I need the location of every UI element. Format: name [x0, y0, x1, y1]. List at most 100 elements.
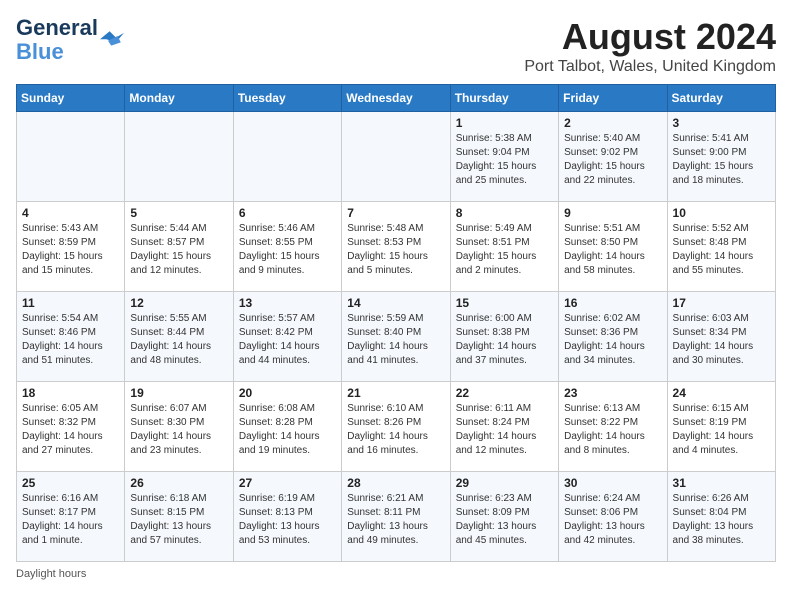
calendar-header-tuesday: Tuesday: [233, 85, 341, 112]
calendar-header-sunday: Sunday: [17, 85, 125, 112]
calendar-header-wednesday: Wednesday: [342, 85, 450, 112]
day-number: 21: [347, 386, 444, 400]
day-info: Sunrise: 5:52 AM Sunset: 8:48 PM Dayligh…: [673, 222, 770, 278]
calendar-cell: 6 Sunrise: 5:46 AM Sunset: 8:55 PM Daylig…: [233, 202, 341, 292]
day-info: Sunrise: 5:44 AM Sunset: 8:57 PM Dayligh…: [130, 222, 227, 278]
day-info: Sunrise: 6:13 AM Sunset: 8:22 PM Dayligh…: [564, 402, 661, 458]
calendar-cell: [17, 112, 125, 202]
calendar-cell: 7 Sunrise: 5:48 AM Sunset: 8:53 PM Daylig…: [342, 202, 450, 292]
calendar-body: 1 Sunrise: 5:38 AM Sunset: 9:04 PM Daylig…: [17, 112, 776, 562]
calendar-cell: 14Sunrise: 5:59 AM Sunset: 8:40 PM Dayli…: [342, 292, 450, 382]
day-number: 28: [347, 476, 444, 490]
day-info: Sunrise: 6:15 AM Sunset: 8:19 PM Dayligh…: [673, 402, 770, 458]
calendar-week-row: 1 Sunrise: 5:38 AM Sunset: 9:04 PM Daylig…: [17, 112, 776, 202]
calendar-cell: 28 Sunrise: 6:21 AM Sunset: 8:11 PM Dayli…: [342, 472, 450, 562]
day-info: Sunrise: 6:23 AM Sunset: 8:09 PM Dayligh…: [456, 492, 553, 548]
day-info: Sunrise: 5:59 AM Sunset: 8:40 PM Dayligh…: [347, 312, 444, 368]
calendar-cell: 15 Sunrise: 6:00 AM Sunset: 8:38 PM Dayli…: [450, 292, 558, 382]
day-number: 17: [673, 296, 770, 310]
calendar-week-row: 25Sunrise: 6:16 AM Sunset: 8:17 PM Dayli…: [17, 472, 776, 562]
day-number: 8: [456, 206, 553, 220]
calendar-cell: 25Sunrise: 6:16 AM Sunset: 8:17 PM Dayli…: [17, 472, 125, 562]
day-info: Sunrise: 6:00 AM Sunset: 8:38 PM Dayligh…: [456, 312, 553, 368]
day-info: Sunrise: 5:41 AM Sunset: 9:00 PM Dayligh…: [673, 132, 770, 188]
day-number: 12: [130, 296, 227, 310]
day-info: Sunrise: 5:46 AM Sunset: 8:55 PM Dayligh…: [239, 222, 336, 278]
calendar-week-row: 11Sunrise: 5:54 AM Sunset: 8:46 PM Dayli…: [17, 292, 776, 382]
day-number: 13: [239, 296, 336, 310]
calendar-header-thursday: Thursday: [450, 85, 558, 112]
calendar-cell: 20 Sunrise: 6:08 AM Sunset: 8:28 PM Dayli…: [233, 382, 341, 472]
calendar-cell: 23 Sunrise: 6:13 AM Sunset: 8:22 PM Dayli…: [559, 382, 667, 472]
day-number: 29: [456, 476, 553, 490]
day-info: Sunrise: 6:21 AM Sunset: 8:11 PM Dayligh…: [347, 492, 444, 548]
day-number: 23: [564, 386, 661, 400]
calendar-cell: 22 Sunrise: 6:11 AM Sunset: 8:24 PM Dayli…: [450, 382, 558, 472]
day-number: 27: [239, 476, 336, 490]
calendar-header-friday: Friday: [559, 85, 667, 112]
calendar-cell: 11Sunrise: 5:54 AM Sunset: 8:46 PM Dayli…: [17, 292, 125, 382]
day-number: 20: [239, 386, 336, 400]
day-number: 19: [130, 386, 227, 400]
day-info: Sunrise: 6:05 AM Sunset: 8:32 PM Dayligh…: [22, 402, 119, 458]
calendar-header-monday: Monday: [125, 85, 233, 112]
calendar-cell: 3 Sunrise: 5:41 AM Sunset: 9:00 PM Daylig…: [667, 112, 775, 202]
main-title: August 2024: [524, 16, 776, 58]
calendar-cell: 18Sunrise: 6:05 AM Sunset: 8:32 PM Dayli…: [17, 382, 125, 472]
calendar-cell: 12 Sunrise: 5:55 AM Sunset: 8:44 PM Dayli…: [125, 292, 233, 382]
day-info: Sunrise: 5:49 AM Sunset: 8:51 PM Dayligh…: [456, 222, 553, 278]
day-info: Sunrise: 6:07 AM Sunset: 8:30 PM Dayligh…: [130, 402, 227, 458]
day-number: 9: [564, 206, 661, 220]
logo: GeneralBlue: [16, 16, 124, 64]
calendar-header-saturday: Saturday: [667, 85, 775, 112]
calendar-cell: [233, 112, 341, 202]
day-number: 4: [22, 206, 119, 220]
day-number: 24: [673, 386, 770, 400]
calendar-cell: 21 Sunrise: 6:10 AM Sunset: 8:26 PM Dayli…: [342, 382, 450, 472]
day-info: Sunrise: 6:19 AM Sunset: 8:13 PM Dayligh…: [239, 492, 336, 548]
day-info: Sunrise: 6:16 AM Sunset: 8:17 PM Dayligh…: [22, 492, 119, 548]
footer-note: Daylight hours: [16, 568, 776, 580]
calendar-cell: 19 Sunrise: 6:07 AM Sunset: 8:30 PM Dayli…: [125, 382, 233, 472]
day-info: Sunrise: 5:40 AM Sunset: 9:02 PM Dayligh…: [564, 132, 661, 188]
calendar-header-row: SundayMondayTuesdayWednesdayThursdayFrid…: [17, 85, 776, 112]
calendar-cell: 26 Sunrise: 6:18 AM Sunset: 8:15 PM Dayli…: [125, 472, 233, 562]
day-info: Sunrise: 6:08 AM Sunset: 8:28 PM Dayligh…: [239, 402, 336, 458]
calendar-cell: 1 Sunrise: 5:38 AM Sunset: 9:04 PM Daylig…: [450, 112, 558, 202]
calendar-cell: 13 Sunrise: 5:57 AM Sunset: 8:42 PM Dayli…: [233, 292, 341, 382]
day-info: Sunrise: 6:03 AM Sunset: 8:34 PM Dayligh…: [673, 312, 770, 368]
calendar-week-row: 4Sunrise: 5:43 AM Sunset: 8:59 PM Daylig…: [17, 202, 776, 292]
subtitle: Port Talbot, Wales, United Kingdom: [524, 58, 776, 76]
day-number: 15: [456, 296, 553, 310]
day-number: 26: [130, 476, 227, 490]
day-number: 10: [673, 206, 770, 220]
calendar-cell: 5 Sunrise: 5:44 AM Sunset: 8:57 PM Daylig…: [125, 202, 233, 292]
day-info: Sunrise: 6:26 AM Sunset: 8:04 PM Dayligh…: [673, 492, 770, 548]
day-number: 3: [673, 116, 770, 130]
day-info: Sunrise: 5:48 AM Sunset: 8:53 PM Dayligh…: [347, 222, 444, 278]
day-number: 22: [456, 386, 553, 400]
day-number: 6: [239, 206, 336, 220]
title-block: August 2024 Port Talbot, Wales, United K…: [524, 16, 776, 76]
day-info: Sunrise: 5:55 AM Sunset: 8:44 PM Dayligh…: [130, 312, 227, 368]
calendar-cell: 30Sunrise: 6:24 AM Sunset: 8:06 PM Dayli…: [559, 472, 667, 562]
day-number: 7: [347, 206, 444, 220]
day-info: Sunrise: 6:11 AM Sunset: 8:24 PM Dayligh…: [456, 402, 553, 458]
day-number: 1: [456, 116, 553, 130]
calendar-cell: 31 Sunrise: 6:26 AM Sunset: 8:04 PM Dayli…: [667, 472, 775, 562]
calendar-cell: 17 Sunrise: 6:03 AM Sunset: 8:34 PM Dayli…: [667, 292, 775, 382]
day-info: Sunrise: 6:18 AM Sunset: 8:15 PM Dayligh…: [130, 492, 227, 548]
day-info: Sunrise: 6:10 AM Sunset: 8:26 PM Dayligh…: [347, 402, 444, 458]
day-info: Sunrise: 6:24 AM Sunset: 8:06 PM Dayligh…: [564, 492, 661, 548]
calendar-cell: 27 Sunrise: 6:19 AM Sunset: 8:13 PM Dayli…: [233, 472, 341, 562]
calendar-week-row: 18Sunrise: 6:05 AM Sunset: 8:32 PM Dayli…: [17, 382, 776, 472]
calendar-cell: 4Sunrise: 5:43 AM Sunset: 8:59 PM Daylig…: [17, 202, 125, 292]
day-number: 5: [130, 206, 227, 220]
day-info: Sunrise: 5:57 AM Sunset: 8:42 PM Dayligh…: [239, 312, 336, 368]
day-info: Sunrise: 5:38 AM Sunset: 9:04 PM Dayligh…: [456, 132, 553, 188]
day-number: 31: [673, 476, 770, 490]
calendar-cell: 10 Sunrise: 5:52 AM Sunset: 8:48 PM Dayli…: [667, 202, 775, 292]
calendar-cell: 2Sunrise: 5:40 AM Sunset: 9:02 PM Daylig…: [559, 112, 667, 202]
calendar-cell: 24 Sunrise: 6:15 AM Sunset: 8:19 PM Dayli…: [667, 382, 775, 472]
day-number: 16: [564, 296, 661, 310]
